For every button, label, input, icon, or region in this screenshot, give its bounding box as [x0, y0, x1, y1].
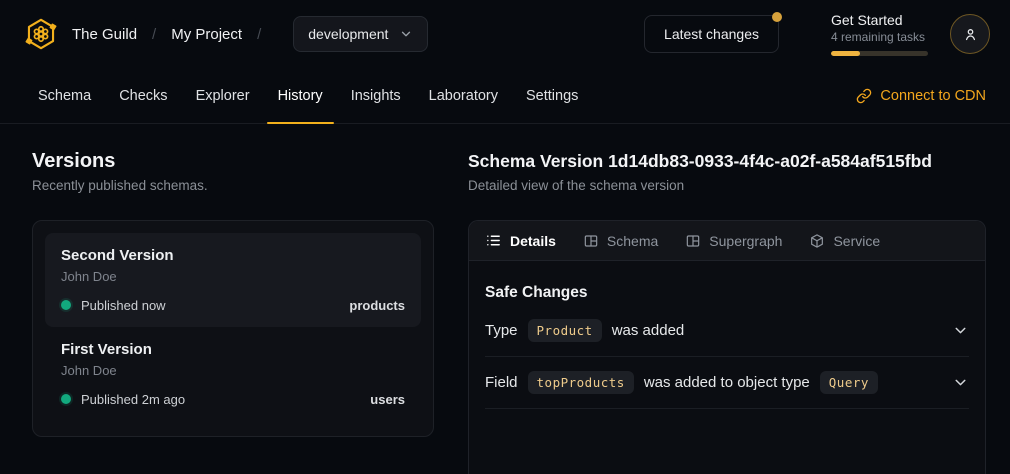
published-status-icon	[61, 300, 71, 310]
schema-version-header: Schema Version 1d14db83-0933-4f4c-a02f-a…	[468, 124, 986, 195]
get-started-widget[interactable]: Get Started 4 remaining tasks	[831, 12, 928, 56]
latest-changes-label: Latest changes	[664, 26, 759, 42]
change-text: Field	[485, 374, 518, 391]
versions-header: Versions Recently published schemas.	[32, 124, 434, 195]
environment-selector[interactable]: development	[293, 16, 428, 52]
app-header: The Guild / My Project / development Lat…	[0, 0, 1010, 68]
version-name: First Version	[61, 340, 405, 359]
version-status: Published now	[81, 298, 166, 313]
detail-tab-label: Schema	[607, 233, 658, 249]
list-icon	[485, 232, 502, 249]
version-status-row: Published 2m ago users	[61, 390, 405, 408]
tab-history[interactable]: History	[264, 68, 337, 123]
get-started-progress-fill	[831, 51, 860, 56]
columns-icon	[583, 233, 599, 249]
get-started-progress-track	[831, 51, 928, 56]
tab-laboratory[interactable]: Laboratory	[415, 68, 512, 123]
safe-changes-title: Safe Changes	[485, 284, 969, 302]
change-code: topProducts	[528, 371, 634, 394]
breadcrumb-separator: /	[152, 26, 156, 43]
schema-version-detail-card: Details Schema Super	[468, 220, 986, 474]
change-row[interactable]: Type Product was added	[485, 305, 969, 357]
version-status-row: Published now products	[61, 296, 405, 314]
environment-selector-value: development	[308, 26, 388, 42]
header-right-group: Latest changes Get Started 4 remaining t…	[644, 12, 990, 56]
notification-dot	[772, 12, 782, 22]
detail-tab-label: Details	[510, 233, 556, 249]
columns-icon	[685, 233, 701, 249]
tab-checks[interactable]: Checks	[105, 68, 181, 123]
chevron-down-icon	[399, 27, 413, 41]
chevron-down-icon[interactable]	[952, 374, 969, 391]
get-started-title: Get Started	[831, 12, 928, 29]
cube-icon	[809, 233, 825, 249]
change-text: was added to object type	[644, 374, 810, 391]
version-service: products	[349, 298, 405, 313]
detail-tabbar: Details Schema Super	[469, 221, 985, 261]
tab-explorer[interactable]: Explorer	[182, 68, 264, 123]
person-icon	[962, 26, 979, 43]
hive-logo-icon[interactable]	[24, 17, 58, 51]
project-nav: Schema Checks Explorer History Insights …	[0, 68, 1010, 124]
change-row[interactable]: Field topProducts was added to object ty…	[485, 357, 969, 409]
connect-to-cdn-link[interactable]: Connect to CDN	[856, 68, 986, 123]
detail-tab-supergraph[interactable]: Supergraph	[685, 233, 782, 249]
tab-settings[interactable]: Settings	[512, 68, 592, 123]
change-code: Query	[820, 371, 878, 394]
version-status: Published 2m ago	[81, 392, 185, 407]
version-list-item[interactable]: Second Version John Doe Published now pr…	[45, 233, 421, 327]
version-name: Second Version	[61, 246, 405, 265]
detail-tab-label: Service	[833, 233, 880, 249]
tab-schema[interactable]: Schema	[24, 68, 105, 123]
change-code: Product	[528, 319, 602, 342]
tab-insights[interactable]: Insights	[337, 68, 415, 123]
version-list-item[interactable]: First Version John Doe Published 2m ago …	[45, 327, 421, 421]
latest-changes-button[interactable]: Latest changes	[644, 15, 779, 53]
published-status-icon	[61, 394, 71, 404]
get-started-subtitle: 4 remaining tasks	[831, 30, 928, 45]
detail-tab-schema[interactable]: Schema	[583, 233, 658, 249]
change-text: was added	[612, 322, 685, 339]
version-service: users	[370, 392, 405, 407]
detail-tab-details[interactable]: Details	[485, 232, 556, 249]
detail-tab-service[interactable]: Service	[809, 233, 880, 249]
detail-tab-label: Supergraph	[709, 233, 782, 249]
schema-version-title: Schema Version 1d14db83-0933-4f4c-a02f-a…	[468, 150, 986, 172]
versions-title: Versions	[32, 150, 434, 172]
versions-column: Versions Recently published schemas. Sec…	[32, 124, 434, 474]
change-text: Type	[485, 322, 518, 339]
version-author: John Doe	[61, 362, 405, 379]
link-icon	[856, 88, 872, 104]
user-avatar[interactable]	[950, 14, 990, 54]
versions-list: Second Version John Doe Published now pr…	[32, 220, 434, 437]
version-author: John Doe	[61, 268, 405, 285]
connect-to-cdn-label: Connect to CDN	[880, 88, 986, 104]
breadcrumb-org[interactable]: The Guild	[72, 26, 137, 43]
breadcrumb-project[interactable]: My Project	[171, 26, 242, 43]
detail-body: Safe Changes Type Product was added Fiel…	[469, 284, 985, 409]
breadcrumb-separator: /	[257, 26, 261, 43]
schema-version-column: Schema Version 1d14db83-0933-4f4c-a02f-a…	[468, 124, 986, 474]
main-content: Versions Recently published schemas. Sec…	[0, 124, 1010, 474]
versions-subtitle: Recently published schemas.	[32, 177, 434, 195]
chevron-down-icon[interactable]	[952, 322, 969, 339]
schema-version-subtitle: Detailed view of the schema version	[468, 177, 986, 195]
